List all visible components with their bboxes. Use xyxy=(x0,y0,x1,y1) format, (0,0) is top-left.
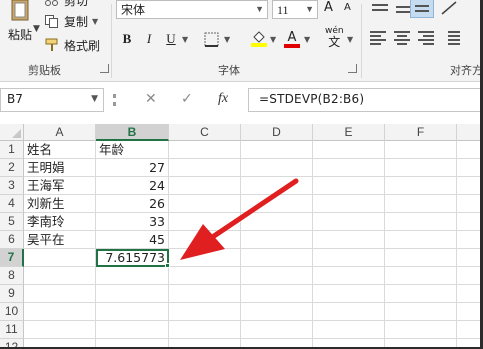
shrink-font-button[interactable]: A xyxy=(344,2,351,13)
fill-color-swatch xyxy=(251,43,267,47)
formula-bar-splitter[interactable] xyxy=(113,94,116,106)
italic-button[interactable]: I xyxy=(140,28,158,50)
underline-button[interactable]: U xyxy=(162,28,180,50)
font-launcher-icon[interactable] xyxy=(348,64,357,73)
orientation-button[interactable] xyxy=(440,0,464,18)
align-center-button[interactable] xyxy=(392,30,414,46)
copy-button[interactable]: 复制 ▼ xyxy=(44,13,98,29)
name-box[interactable]: B7 ▼ xyxy=(0,88,104,112)
red-arrow-annotation xyxy=(180,178,299,260)
cancel-icon[interactable]: ✕ xyxy=(145,91,157,107)
formula-input[interactable]: =STDEVP(B2:B6) xyxy=(248,88,483,112)
cut-button[interactable]: 剪切 xyxy=(44,0,88,8)
scissors-icon xyxy=(44,0,60,7)
align-right-button[interactable] xyxy=(416,30,438,46)
paste-dropdown-icon[interactable]: ▼ xyxy=(33,24,40,34)
borders-dropdown-icon[interactable]: ▼ xyxy=(224,35,230,44)
font-size-select[interactable]: 11 ▼ xyxy=(272,0,318,19)
font-name-dropdown-icon[interactable]: ▼ xyxy=(255,1,264,17)
font-color-glyph: A xyxy=(287,29,297,45)
align-left-button[interactable] xyxy=(368,30,390,46)
paint-bucket-icon xyxy=(253,31,265,43)
ribbon: 粘贴 ▼ 剪切 复制 ▼ 格式刷 剪贴板 宋体 ▼ 11 ▼ A A B I U… xyxy=(0,0,483,82)
grow-font-button[interactable]: A xyxy=(324,0,333,15)
font-size-value: 11 xyxy=(277,3,289,17)
top-align-button[interactable] xyxy=(368,2,394,16)
font-name-value: 宋体 xyxy=(121,3,146,17)
copy-label: 复制 xyxy=(64,14,89,29)
fill-color-button[interactable] xyxy=(248,28,270,50)
clipboard-launcher-icon[interactable] xyxy=(100,64,109,73)
name-box-dropdown-icon[interactable]: ▼ xyxy=(91,94,98,104)
format-painter-icon xyxy=(44,38,60,52)
copy-icon xyxy=(44,14,60,28)
font-color-button[interactable]: A xyxy=(282,28,302,50)
formula-bar: B7 ▼ ✕ ✓ fx =STDEVP(B2:B6) xyxy=(0,88,483,112)
ribbon-separator xyxy=(111,4,112,78)
orientation-icon xyxy=(441,1,457,15)
bottom-align-button[interactable] xyxy=(410,0,434,18)
font-color-swatch xyxy=(284,43,300,48)
cut-label: 剪切 xyxy=(64,0,89,8)
decrease-indent-button[interactable] xyxy=(440,30,462,46)
format-painter-button[interactable]: 格式刷 xyxy=(44,37,100,53)
borders-icon xyxy=(204,32,218,47)
worksheet-grid: A B C D E F 1 2 3 4 5 6 7 8 9 10 11 12 姓… xyxy=(0,124,483,349)
font-color-dropdown-icon[interactable]: ▼ xyxy=(304,35,310,44)
format-painter-label: 格式刷 xyxy=(64,38,101,53)
ribbon-separator xyxy=(361,4,362,78)
alignment-group-label: 对齐方 xyxy=(450,64,483,77)
insert-function-button[interactable]: fx xyxy=(218,91,228,107)
name-box-value: B7 xyxy=(7,92,23,106)
font-size-dropdown-icon[interactable]: ▼ xyxy=(305,1,314,17)
phonetic-guide-button[interactable]: wén 文 xyxy=(325,26,344,49)
phonetic-bottom-label: 文 xyxy=(328,35,341,49)
font-name-select[interactable]: 宋体 ▼ xyxy=(116,0,268,19)
paste-icon[interactable] xyxy=(10,0,30,22)
clipboard-group-label: 剪贴板 xyxy=(28,64,61,77)
fill-color-dropdown-icon[interactable]: ▼ xyxy=(270,35,276,44)
paste-button[interactable]: 粘贴 xyxy=(8,26,32,43)
enter-icon[interactable]: ✓ xyxy=(181,91,193,107)
bold-button[interactable]: B xyxy=(118,28,136,50)
font-group-label: 字体 xyxy=(218,64,240,77)
phonetic-dropdown-icon[interactable]: ▼ xyxy=(347,35,353,44)
underline-dropdown-icon[interactable]: ▼ xyxy=(182,35,188,44)
copy-dropdown-icon[interactable]: ▼ xyxy=(92,17,98,26)
borders-button[interactable] xyxy=(200,28,222,50)
